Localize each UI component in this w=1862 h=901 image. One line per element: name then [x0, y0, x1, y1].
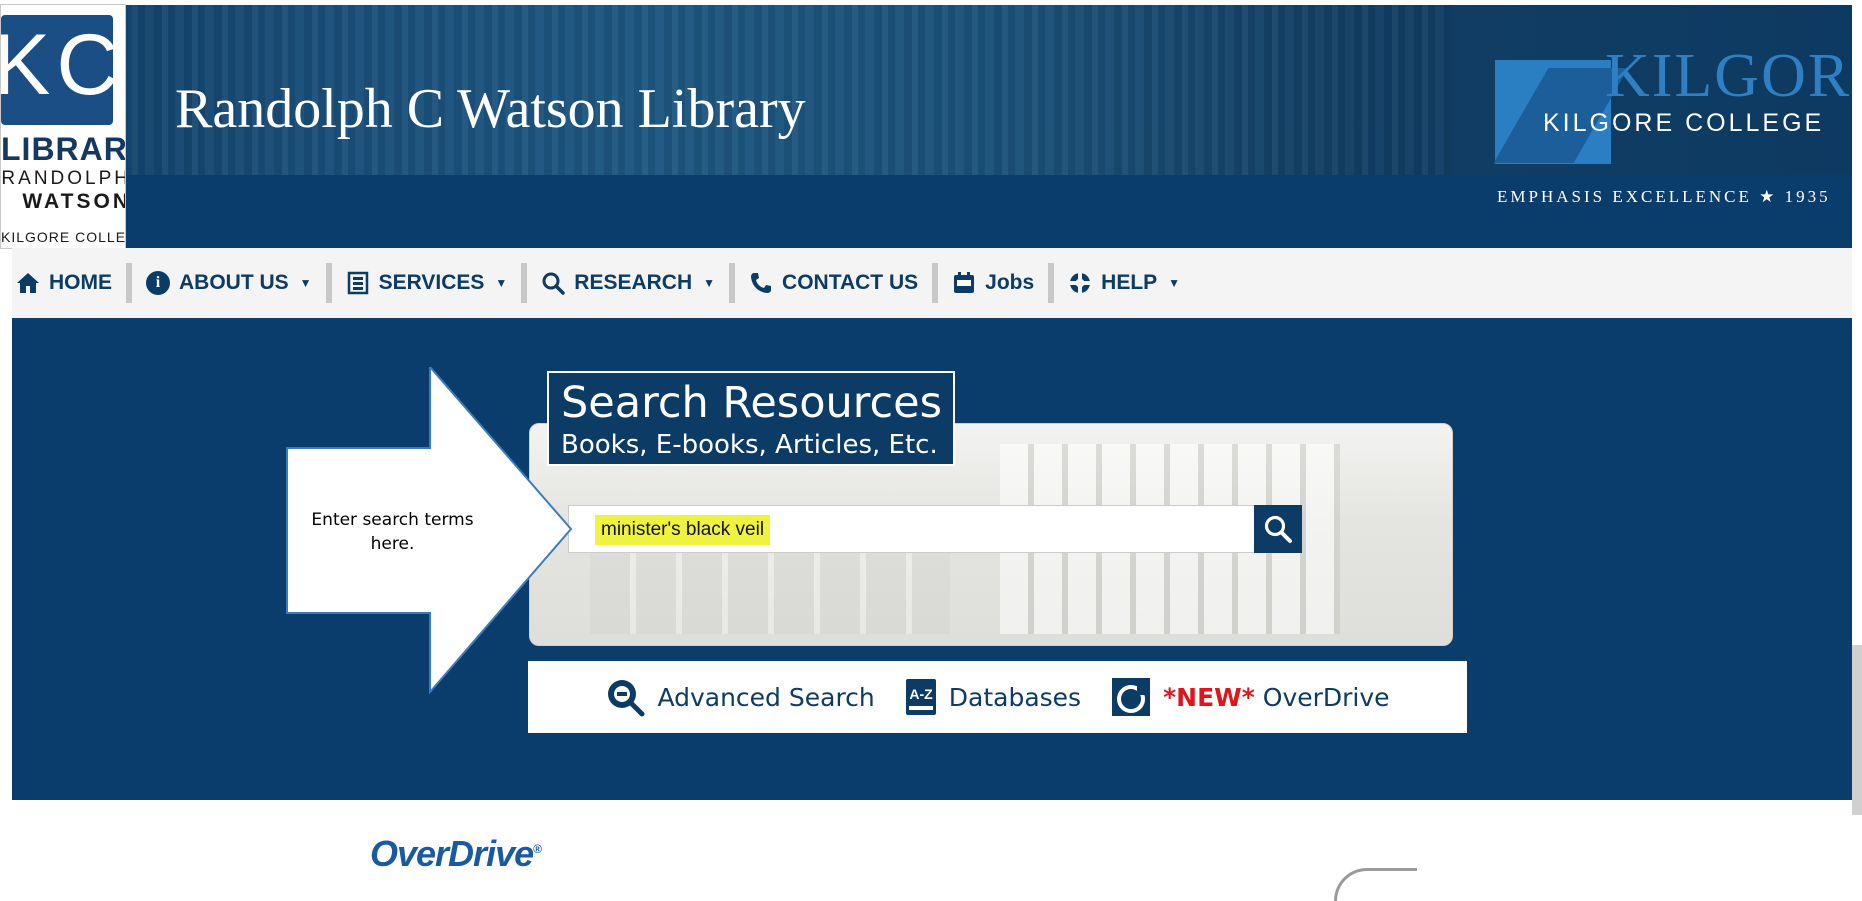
- logo-letters: KC: [0, 17, 125, 113]
- advanced-search-icon: [608, 680, 645, 717]
- nav-label-about-us: ABOUT US: [179, 271, 289, 294]
- new-badge: *NEW*: [1163, 682, 1255, 712]
- main-nav: HOME i ABOUT US ▼ SERVICES ▼ RESEARCH ▼ …: [12, 248, 1862, 318]
- lifebuoy-icon: [1068, 271, 1092, 295]
- nav-label-services: SERVICES: [378, 271, 485, 294]
- logo-college-text: KILGORE COLLEGE: [1, 229, 126, 245]
- home-icon: [16, 271, 40, 295]
- search-title-box: Search Resources Books, E-books, Article…: [547, 371, 955, 466]
- site-title[interactable]: Randolph C Watson Library: [175, 77, 806, 141]
- jobs-icon: [952, 271, 976, 295]
- overdrive-logo[interactable]: OverDrive®: [370, 833, 542, 875]
- databases-link[interactable]: A-Z Databases: [905, 678, 1081, 716]
- scrollbar-thumb[interactable]: [1852, 645, 1862, 815]
- chevron-down-icon: ▼: [495, 276, 508, 290]
- search-title: Search Resources: [561, 378, 942, 428]
- nav-item-about-us[interactable]: i ABOUT US ▼: [132, 248, 326, 318]
- nav-label-help: HELP: [1101, 271, 1158, 294]
- search-subtitle: Books, E-books, Articles, Etc.: [561, 430, 938, 460]
- services-icon: [346, 271, 370, 295]
- info-icon: i: [146, 271, 170, 295]
- nav-label-research: RESEARCH: [574, 271, 693, 294]
- search-input[interactable]: minister's black veil: [595, 515, 771, 545]
- phone-icon: [749, 271, 773, 295]
- search-icon: [541, 271, 566, 295]
- advanced-search-label: Advanced Search: [657, 682, 875, 712]
- header-band: [12, 175, 1862, 248]
- search-icon: [1264, 515, 1292, 543]
- chevron-down-icon: ▼: [703, 276, 716, 290]
- nav-item-contact-us[interactable]: CONTACT US: [735, 248, 932, 318]
- kilgore-college-logo[interactable]: KILGORE COLLEGE KILGORE COLLEGE: [1493, 45, 1862, 175]
- nav-label-jobs: Jobs: [985, 271, 1035, 294]
- nav-item-jobs[interactable]: Jobs: [938, 248, 1048, 318]
- overdrive-label: OverDrive: [1262, 682, 1390, 712]
- callout-text: Enter search terms here.: [311, 510, 474, 554]
- nav-label-home: HOME: [49, 271, 112, 294]
- nav-item-help[interactable]: HELP ▼: [1054, 248, 1194, 318]
- overdrive-logo-text: OverDrive: [370, 833, 534, 874]
- kilgore-ghost-text: KILGORE COLLEGE: [1605, 42, 1862, 110]
- quick-links-bar: Advanced Search A-Z Databases *NEW* Over…: [528, 661, 1467, 733]
- svg-text:A-Z: A-Z: [909, 686, 933, 702]
- chevron-down-icon: ▼: [1168, 276, 1181, 290]
- nav-item-research[interactable]: RESEARCH ▼: [527, 248, 729, 318]
- library-logo[interactable]: KC LIBRARY RANDOLPH WATSON KILGORE COLLE…: [0, 4, 126, 249]
- logo-watson-text: WATSON: [22, 190, 126, 213]
- kilgore-college-name: KILGORE COLLEGE: [1543, 109, 1825, 137]
- overdrive-icon: [1112, 678, 1151, 716]
- databases-label: Databases: [948, 682, 1082, 712]
- search-button[interactable]: [1254, 505, 1302, 553]
- az-book-icon: A-Z: [905, 679, 936, 715]
- search-field[interactable]: minister's black veil: [568, 505, 1266, 553]
- advanced-search-link[interactable]: Advanced Search: [605, 677, 875, 717]
- decorative-shape: [1334, 868, 1417, 901]
- college-tagline: EMPHASIS EXCELLENCE ★ 1935: [1497, 187, 1831, 206]
- site-header: Randolph C Watson Library KILGORE COLLEG…: [12, 5, 1862, 248]
- nav-item-services[interactable]: SERVICES ▼: [332, 248, 522, 318]
- page-scrollbar[interactable]: [1852, 5, 1862, 879]
- logo-randolph-text: RANDOLPH: [1, 168, 126, 189]
- nav-label-contact-us: CONTACT US: [782, 271, 919, 294]
- logo-library-text: LIBRARY: [1, 131, 126, 167]
- chevron-down-icon: ▼: [299, 276, 312, 290]
- overdrive-link[interactable]: *NEW* OverDrive: [1111, 677, 1390, 717]
- nav-item-home[interactable]: HOME: [12, 248, 126, 318]
